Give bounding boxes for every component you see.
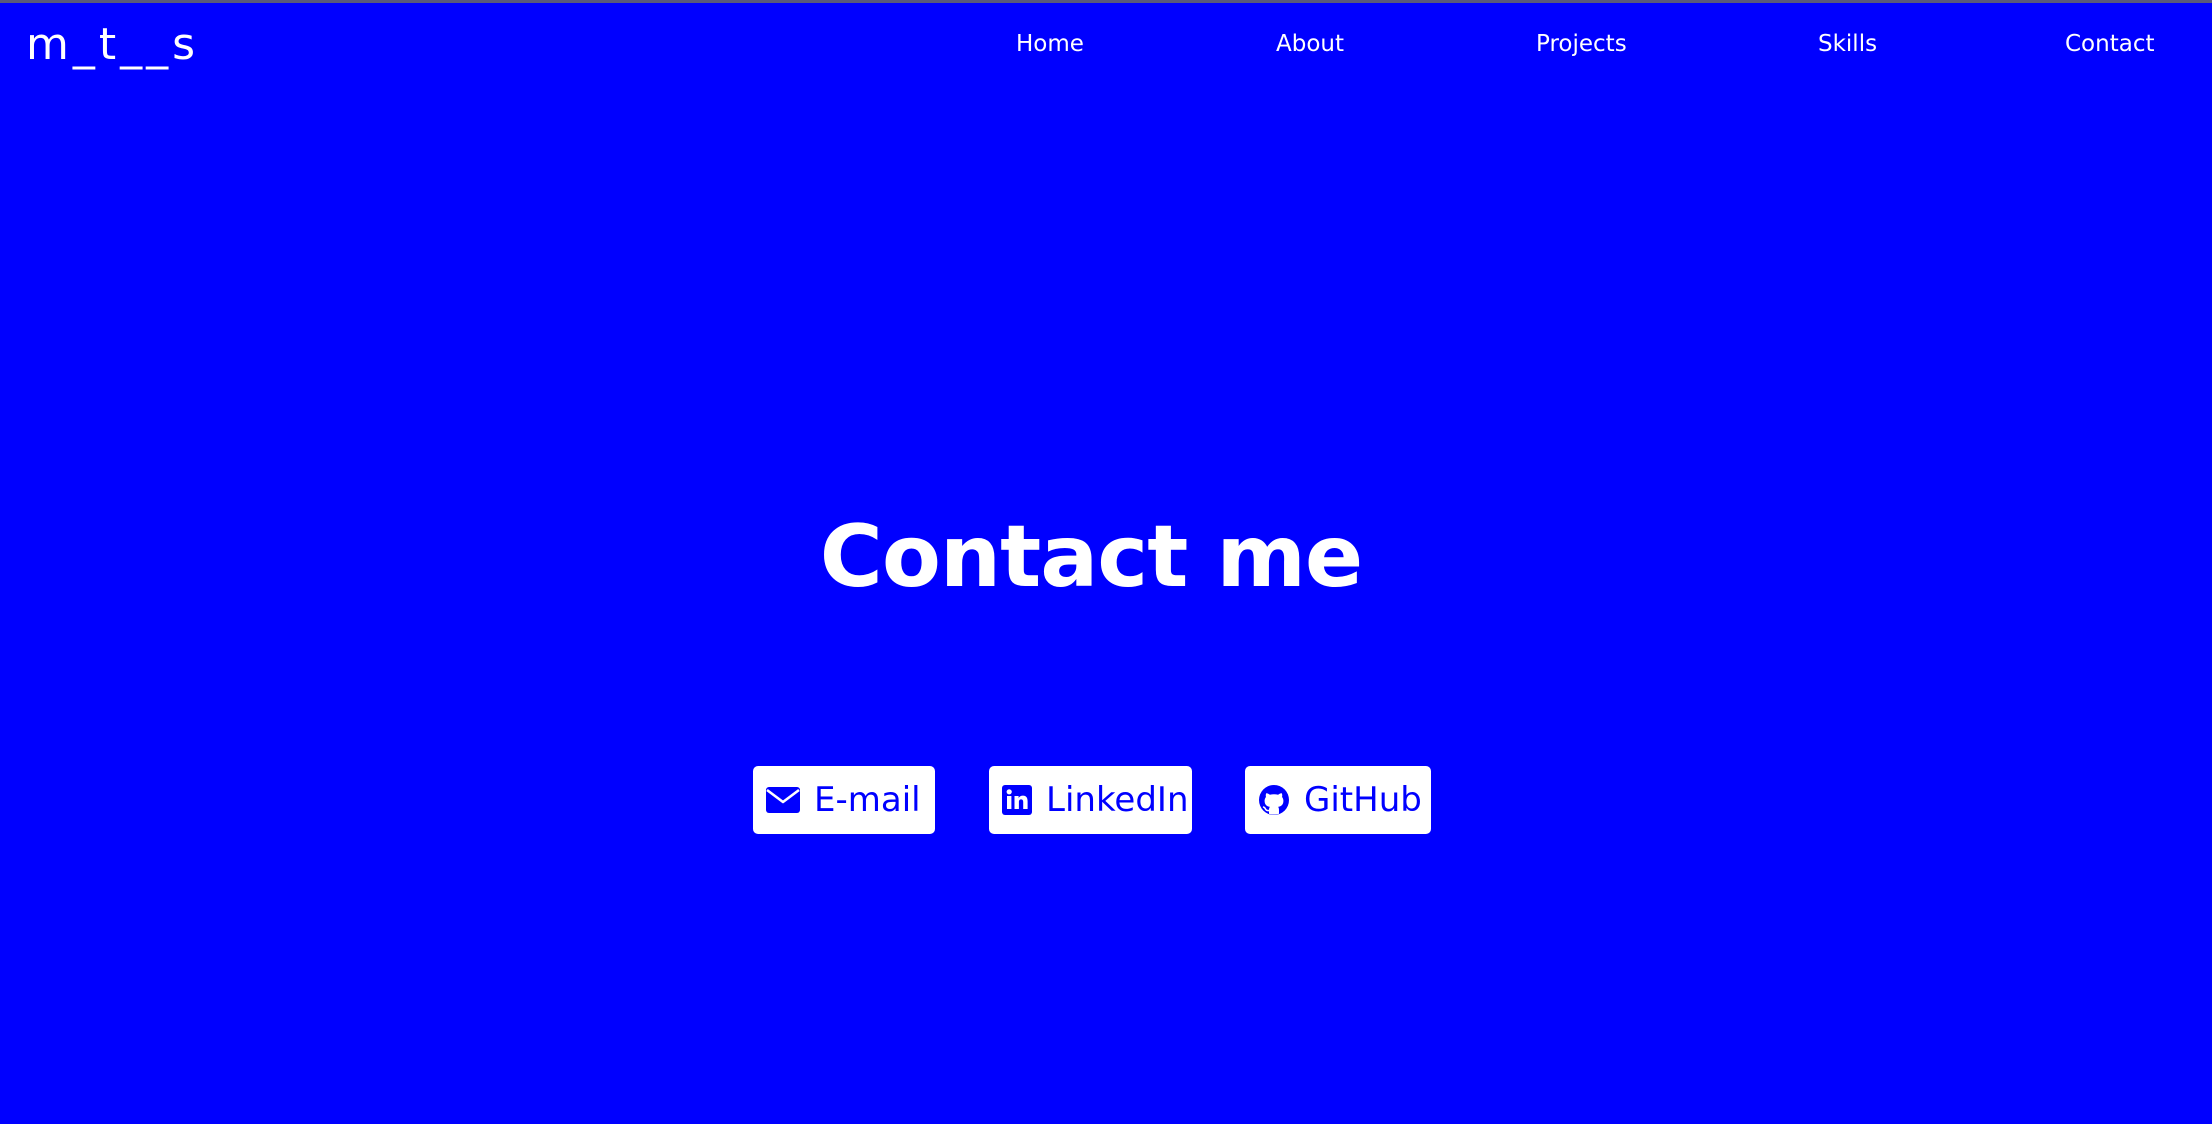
nav-link-about[interactable]: About	[1276, 29, 1344, 59]
linkedin-button[interactable]: LinkedIn	[989, 766, 1192, 834]
site-logo[interactable]: m_t__s	[26, 19, 199, 71]
envelope-icon	[766, 783, 800, 817]
github-button[interactable]: GitHub	[1245, 766, 1431, 834]
email-button-label: E-mail	[814, 780, 921, 820]
email-button[interactable]: E-mail	[753, 766, 935, 834]
nav-link-home[interactable]: Home	[1016, 29, 1084, 59]
linkedin-button-label: LinkedIn	[1046, 780, 1189, 820]
linkedin-icon	[1002, 783, 1032, 817]
navbar: m_t__s Home About Projects Skills Contac…	[0, 3, 2212, 83]
nav-link-skills[interactable]: Skills	[1818, 29, 1877, 59]
github-icon	[1258, 783, 1290, 817]
nav-link-projects[interactable]: Projects	[1536, 29, 1627, 59]
github-button-label: GitHub	[1304, 780, 1422, 820]
nav-link-contact[interactable]: Contact	[2065, 29, 2154, 59]
contact-heading: Contact me	[819, 507, 1364, 607]
